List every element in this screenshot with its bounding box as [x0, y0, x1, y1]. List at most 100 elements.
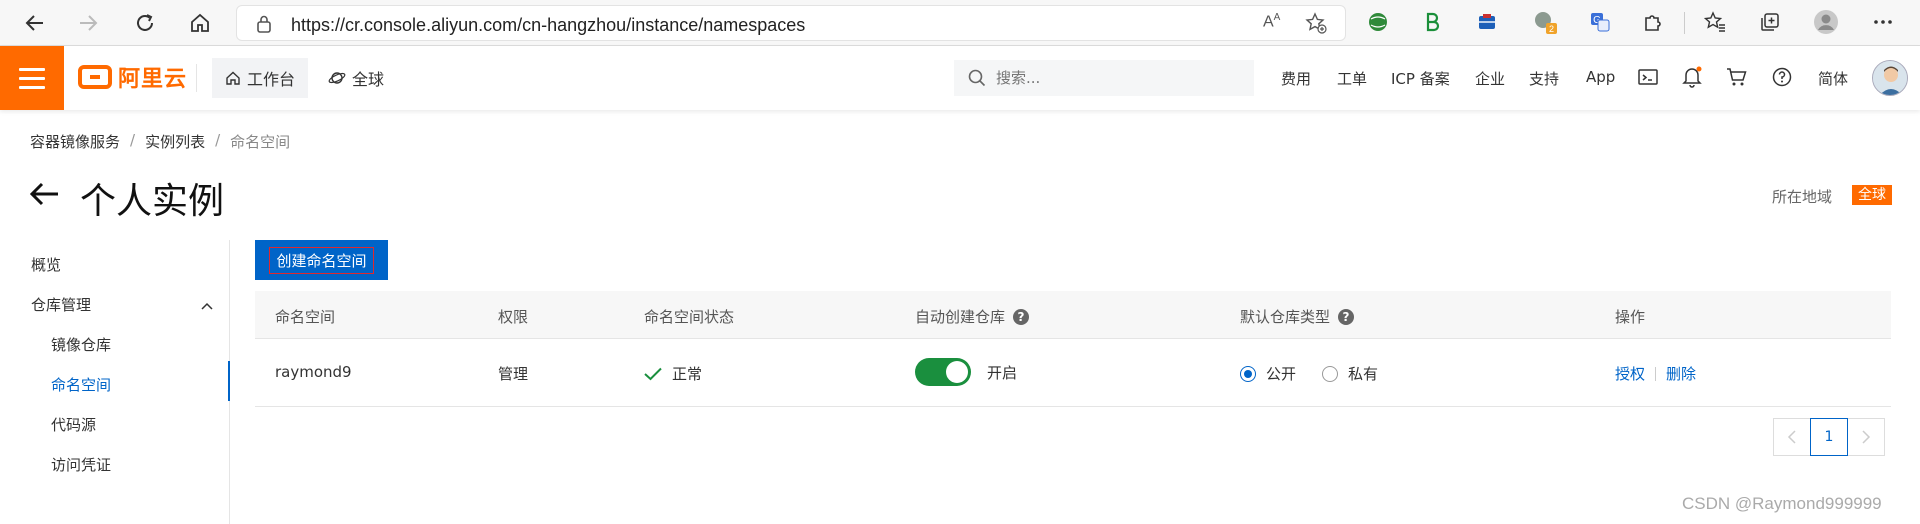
radio-public-label[interactable]: 公开 — [1266, 363, 1296, 384]
nav-icp[interactable]: ICP 备案 — [1391, 68, 1450, 89]
cell-repo-type: 公开 私有 — [1240, 363, 1378, 384]
collections-icon[interactable] — [1757, 9, 1783, 35]
chevron-up-icon[interactable] — [200, 296, 214, 315]
forward-icon[interactable] — [73, 8, 103, 38]
aliyun-logo[interactable]: 阿里云 — [78, 62, 187, 92]
breadcrumb-separator: / — [130, 131, 136, 149]
home-icon[interactable] — [185, 8, 215, 38]
chevron-right-icon — [1862, 430, 1871, 444]
back-icon[interactable] — [20, 8, 50, 38]
sidebar: 概览 仓库管理 镜像仓库 命名空间 代码源 访问凭证 — [0, 240, 230, 524]
lock-icon[interactable] — [257, 15, 271, 37]
read-aloud-icon[interactable]: AA — [1263, 12, 1280, 31]
cloud-shell-icon[interactable] — [1635, 64, 1661, 90]
sidebar-item-access-credential[interactable]: 访问凭证 — [51, 454, 111, 475]
search-box[interactable] — [954, 60, 1254, 96]
search-icon — [968, 69, 986, 87]
breadcrumb-current: 命名空间 — [230, 133, 291, 151]
svg-text:2: 2 — [1549, 24, 1554, 34]
auto-create-toggle[interactable] — [915, 358, 971, 386]
puzzle-extensions-icon[interactable] — [1640, 9, 1666, 35]
console-header: 阿里云 工作台 全球 费用 工单 ICP 备案 企业 支持 App 简体 — [0, 46, 1920, 110]
extension-b-icon[interactable] — [1418, 9, 1444, 35]
cell-permission: 管理 — [498, 365, 529, 383]
breadcrumb: 容器镜像服务 / 实例列表 / 命名空间 — [30, 131, 290, 152]
extension-globe-icon[interactable] — [1365, 9, 1391, 35]
region-badge[interactable]: 全球 — [1852, 185, 1892, 205]
breadcrumb-instance-list[interactable]: 实例列表 — [145, 131, 205, 152]
help-icon[interactable]: ? — [1013, 308, 1030, 325]
nav-ticket[interactable]: 工单 — [1337, 68, 1367, 89]
refresh-icon[interactable] — [130, 8, 160, 38]
check-icon — [644, 367, 662, 380]
help-icon[interactable]: ? — [1338, 308, 1355, 325]
table-row: raymond9 管理 正常 开启 公开 私有 授权 删除 — [255, 339, 1891, 407]
logo-text: 阿里云 — [118, 67, 188, 92]
sidebar-active-indicator — [228, 361, 230, 401]
language-switch[interactable]: 简体 — [1818, 68, 1848, 89]
nav-billing[interactable]: 费用 — [1281, 68, 1311, 89]
column-header-permission: 权限 — [498, 308, 529, 326]
cell-auto-create: 开启 — [915, 358, 1017, 386]
sidebar-group-repo-manage[interactable]: 仓库管理 — [31, 294, 91, 315]
hamburger-menu-icon[interactable] — [0, 46, 64, 110]
url-text[interactable]: https://cr.console.aliyun.com/cn-hangzho… — [291, 15, 805, 36]
table-header: 命名空间 权限 命名空间状态 自动创建仓库 ? 默认仓库类型 ? 操作 — [255, 291, 1891, 339]
action-divider — [1655, 366, 1657, 381]
workbench-label: 工作台 — [246, 70, 295, 89]
cell-actions: 授权 删除 — [1615, 363, 1696, 384]
watermark: CSDN @Raymond999999 — [1682, 494, 1882, 513]
auto-create-label: 开启 — [987, 363, 1018, 382]
global-label: 全球 — [352, 70, 385, 89]
cart-icon[interactable] — [1724, 64, 1750, 90]
extension-badge-icon[interactable]: 2 — [1532, 9, 1558, 35]
global-region-button[interactable]: 全球 — [328, 58, 384, 98]
nav-support[interactable]: 支持 — [1529, 68, 1559, 89]
column-header-auto-create: 自动创建仓库 ? — [915, 306, 1030, 327]
more-menu-icon[interactable] — [1870, 9, 1896, 35]
sidebar-item-overview[interactable]: 概览 — [31, 254, 61, 275]
extension-box-icon[interactable] — [1474, 9, 1500, 35]
address-bar[interactable]: https://cr.console.aliyun.com/cn-hangzho… — [236, 5, 1346, 41]
column-header-repo-type: 默认仓库类型 ? — [1240, 306, 1355, 327]
region-label: 所在地域 — [1772, 188, 1833, 206]
planet-icon — [328, 72, 346, 84]
toolbar-divider — [1684, 12, 1685, 34]
translate-icon[interactable]: G — [1587, 9, 1613, 35]
avatar[interactable] — [1872, 60, 1908, 96]
authorize-link[interactable]: 授权 — [1615, 363, 1645, 384]
next-page-button[interactable] — [1847, 418, 1885, 456]
column-header-actions: 操作 — [1615, 308, 1646, 326]
back-arrow-icon[interactable] — [28, 178, 60, 214]
chevron-left-icon — [1787, 430, 1796, 444]
create-namespace-label: 创建命名空间 — [269, 246, 374, 274]
breadcrumb-cr-service[interactable]: 容器镜像服务 — [30, 131, 120, 152]
sidebar-item-namespace[interactable]: 命名空间 — [51, 374, 111, 395]
help-icon[interactable] — [1769, 64, 1795, 90]
workbench-button[interactable]: 工作台 — [212, 58, 308, 98]
notification-bell-icon[interactable] — [1679, 64, 1705, 90]
profile-icon[interactable] — [1813, 9, 1839, 35]
home-icon — [226, 71, 240, 85]
nav-app[interactable]: App — [1586, 68, 1615, 86]
create-namespace-button[interactable]: 创建命名空间 — [255, 240, 388, 280]
sidebar-item-code-source[interactable]: 代码源 — [51, 414, 96, 435]
header-divider — [196, 64, 197, 92]
radio-private-label[interactable]: 私有 — [1348, 363, 1378, 384]
prev-page-button[interactable] — [1773, 418, 1811, 456]
cell-namespace: raymond9 — [275, 363, 352, 381]
column-header-namespace: 命名空间 — [275, 308, 336, 326]
cell-status: 正常 — [644, 363, 702, 384]
browser-toolbar: https://cr.console.aliyun.com/cn-hangzho… — [0, 0, 1920, 46]
page-number-current[interactable]: 1 — [1810, 418, 1848, 456]
search-input[interactable] — [996, 69, 1236, 87]
nav-enterprise[interactable]: 企业 — [1475, 68, 1505, 89]
radio-public[interactable] — [1240, 365, 1256, 382]
favorites-icon[interactable] — [1702, 9, 1728, 35]
delete-link[interactable]: 删除 — [1666, 363, 1696, 384]
column-header-status: 命名空间状态 — [644, 308, 735, 326]
sidebar-item-image-repo[interactable]: 镜像仓库 — [51, 334, 111, 355]
add-favorite-icon[interactable] — [1305, 12, 1327, 38]
radio-private[interactable] — [1322, 365, 1339, 382]
pagination: 1 — [1773, 418, 1885, 456]
